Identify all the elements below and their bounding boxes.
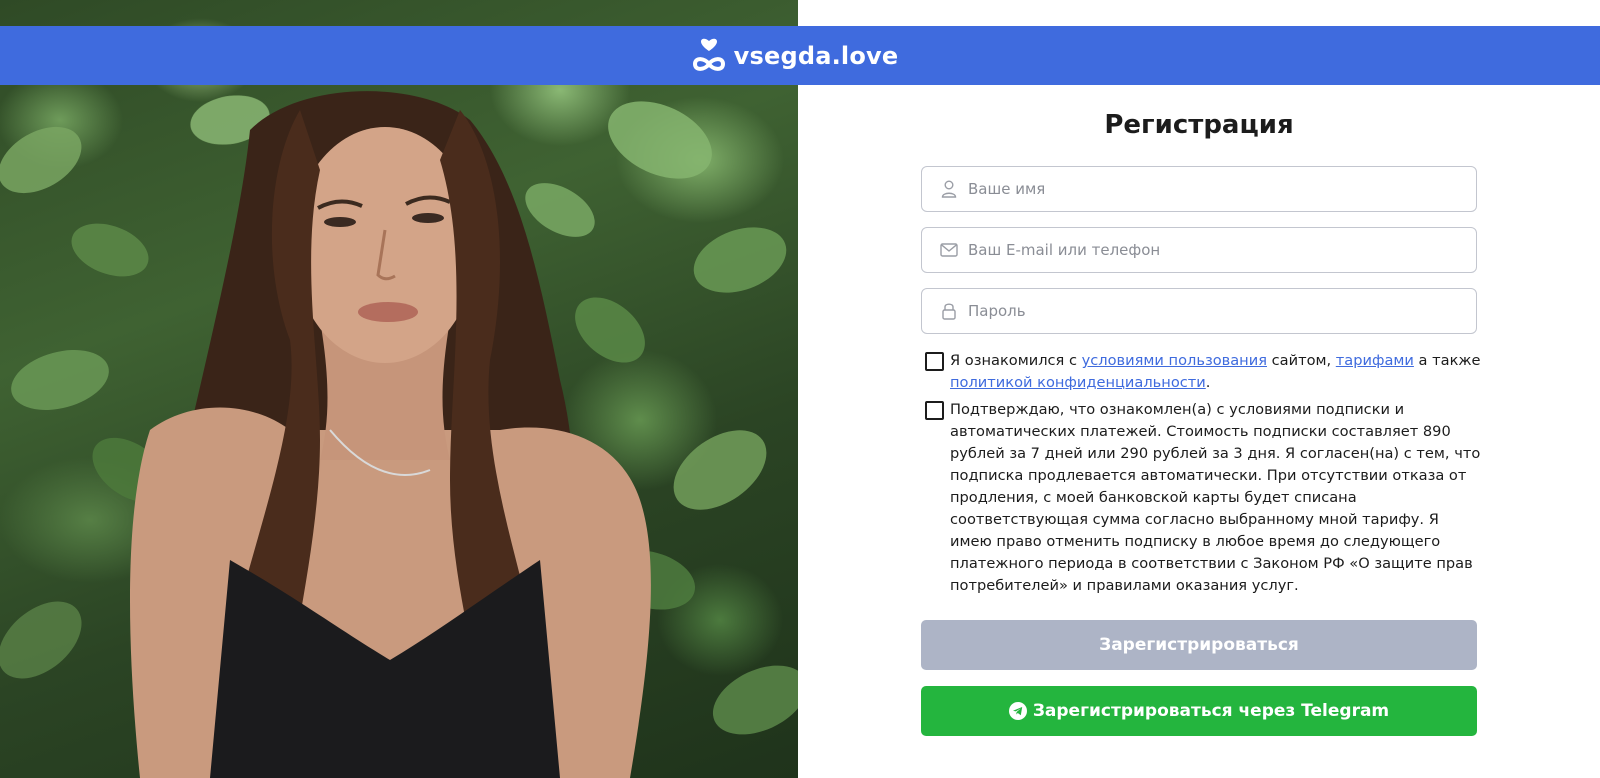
user-icon <box>940 180 958 198</box>
brand-name: vsegda.love <box>733 41 899 70</box>
portrait-illustration <box>0 91 798 778</box>
password-field[interactable] <box>921 288 1477 334</box>
contact-input[interactable] <box>968 228 1476 272</box>
privacy-policy-link[interactable]: политикой конфиденциальности <box>950 374 1206 391</box>
registration-form-panel: Регистрация Ваше имя Ваш E-mail или теле… <box>798 85 1600 778</box>
name-field[interactable] <box>921 166 1477 212</box>
terms-checkbox[interactable] <box>925 352 944 371</box>
subscription-text: Подтверждаю, что ознакомлен(а) с условия… <box>950 401 1481 594</box>
terms-text-part: сайтом, <box>1266 352 1336 369</box>
terms-text: Я ознакомился с условиями пользования са… <box>950 350 1485 394</box>
terms-text-part: . <box>1205 374 1211 391</box>
tariffs-link[interactable]: тарифами <box>1336 352 1414 369</box>
form-title: Регистрация <box>1104 110 1294 140</box>
contact-field[interactable] <box>921 227 1477 273</box>
woman-portrait-image <box>0 0 798 778</box>
register-button[interactable]: Зарегистрироваться <box>921 620 1477 670</box>
register-button-label: Зарегистрироваться <box>1099 635 1299 655</box>
telegram-register-button[interactable]: Зарегистрироваться через Telegram <box>921 686 1477 736</box>
telegram-button-label: Зарегистрироваться через Telegram <box>1032 701 1390 721</box>
mail-icon <box>940 241 958 259</box>
terms-of-use-link[interactable]: условиями пользования <box>1082 352 1267 369</box>
top-header-bar: vsegda.love <box>0 26 1600 85</box>
password-input[interactable] <box>968 289 1476 333</box>
name-input[interactable] <box>968 167 1476 211</box>
subscription-checkbox-row: Подтверждаю, что ознакомлен(а) с условия… <box>925 399 1485 597</box>
terms-checkbox-row: Я ознакомился с условиями пользования са… <box>925 350 1485 394</box>
telegram-icon <box>1008 702 1027 720</box>
terms-text-part: а также <box>1413 352 1481 369</box>
brand-logo-link[interactable]: vsegda.love <box>692 37 899 75</box>
lock-icon <box>940 302 958 320</box>
subscription-checkbox[interactable] <box>925 401 944 420</box>
registration-page: vsegda.love Регистрация Ваше имя Ваш E-m… <box>0 0 1600 778</box>
terms-text-part: Я ознакомился с <box>950 352 1082 369</box>
heart-infinity-icon <box>692 38 725 71</box>
